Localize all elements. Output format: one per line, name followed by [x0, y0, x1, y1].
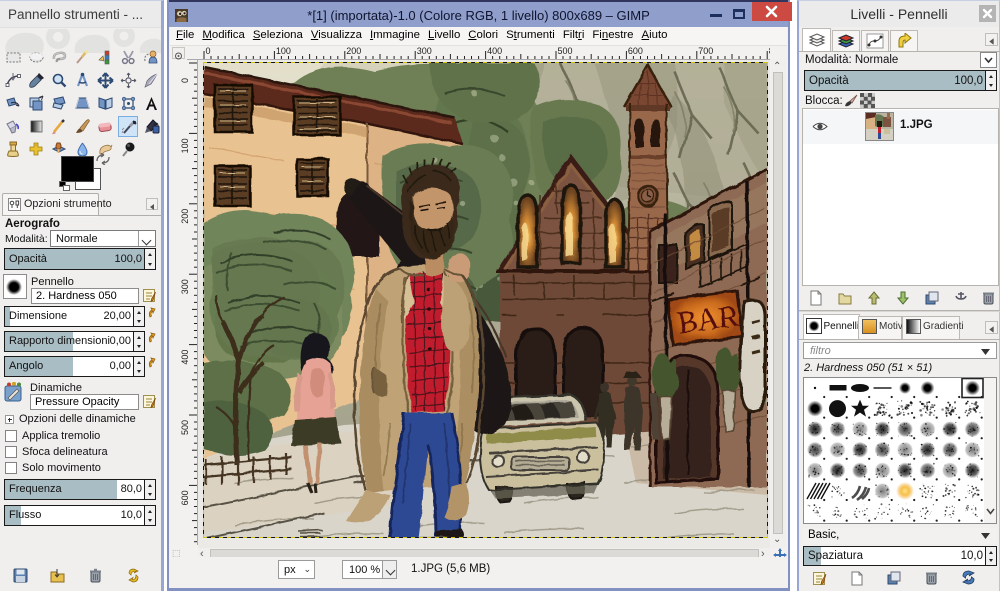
svg-text:700: 700	[698, 46, 713, 56]
svg-text:500: 500	[558, 46, 573, 56]
svg-text:300: 300	[180, 279, 190, 294]
svg-text:600: 600	[628, 46, 643, 56]
svg-text:300: 300	[417, 46, 432, 56]
svg-text:600: 600	[180, 490, 190, 505]
svg-text:0: 0	[180, 78, 190, 83]
svg-text:500: 500	[180, 420, 190, 435]
svg-text:400: 400	[487, 46, 502, 56]
svg-text:200: 200	[180, 209, 190, 224]
svg-text:0: 0	[206, 46, 211, 56]
svg-text:200: 200	[346, 46, 361, 56]
svg-text:100: 100	[276, 46, 291, 56]
svg-text:800: 800	[769, 46, 770, 56]
svg-text:400: 400	[180, 350, 190, 365]
svg-text:100: 100	[180, 138, 190, 153]
